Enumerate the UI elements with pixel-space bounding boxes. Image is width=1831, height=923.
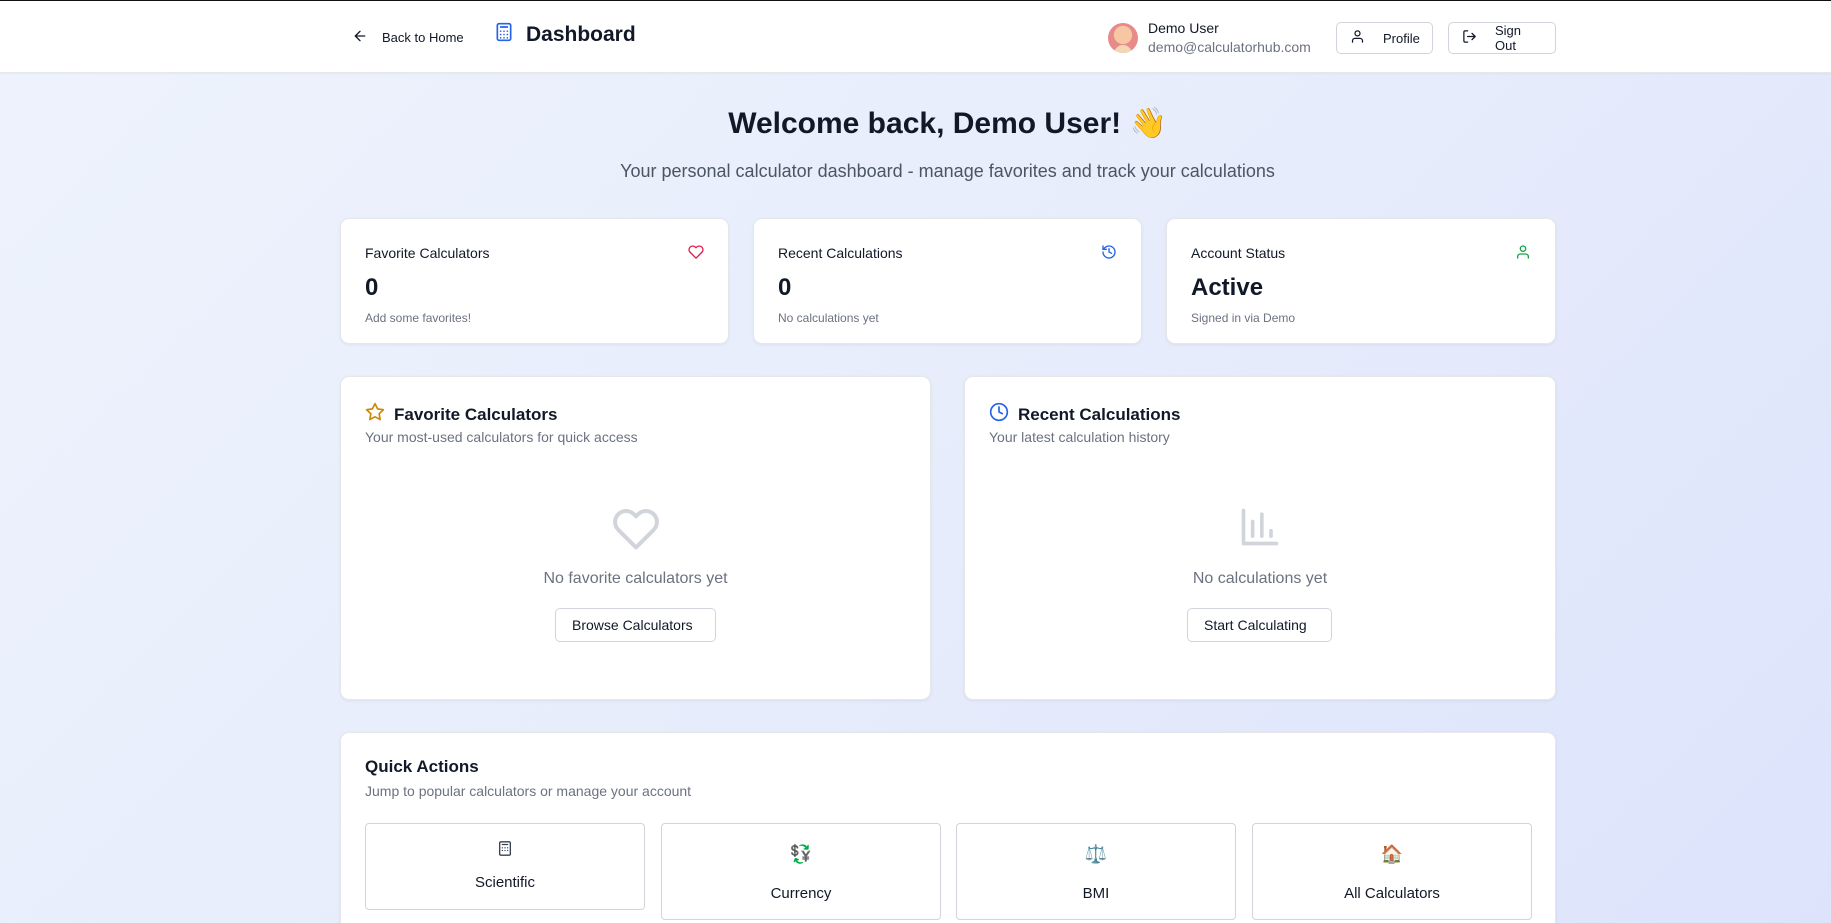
- quick-actions-section: Quick Actions Jump to popular calculator…: [340, 732, 1556, 923]
- stat-value: 0: [778, 274, 792, 301]
- page-title: Dashboard: [526, 22, 636, 46]
- user-name: Demo User: [1148, 20, 1219, 36]
- stat-label: Recent Calculations: [778, 245, 903, 261]
- recent-calculations-panel: Recent Calculations Your latest calculat…: [964, 376, 1556, 700]
- back-to-home-link[interactable]: Back to Home: [352, 23, 464, 51]
- section-subtitle: Jump to popular calculators or manage yo…: [365, 783, 692, 799]
- panel-subtitle: Your most-used calculators for quick acc…: [365, 429, 638, 445]
- calculator-icon: [366, 840, 644, 861]
- quick-action-currency[interactable]: 💱 Currency: [661, 823, 941, 920]
- sign-out-label: Sign Out: [1495, 23, 1522, 53]
- avatar[interactable]: [1108, 23, 1138, 53]
- browse-calculators-button[interactable]: Browse Calculators: [555, 608, 716, 642]
- panel-subtitle: Your latest calculation history: [989, 429, 1170, 445]
- profile-label: Profile: [1383, 30, 1420, 46]
- favorite-calculators-panel: Favorite Calculators Your most-used calc…: [340, 376, 931, 700]
- stat-value: Active: [1191, 274, 1264, 301]
- calculator-icon: [494, 21, 514, 48]
- heart-icon: [688, 244, 704, 265]
- logout-icon: [1462, 29, 1477, 47]
- arrow-left-icon: [352, 28, 368, 47]
- brand: Dashboard: [494, 21, 636, 48]
- stat-note: No calculations yet: [778, 311, 879, 325]
- tile-label: All Calculators: [1344, 885, 1440, 902]
- quick-action-bmi[interactable]: ⚖️ BMI: [956, 823, 1236, 920]
- star-icon: [365, 402, 385, 427]
- bar-chart-icon: [1238, 505, 1282, 554]
- stat-value: 0: [365, 274, 379, 301]
- empty-state-text: No calculations yet: [1192, 570, 1328, 587]
- history-icon: [1101, 244, 1117, 265]
- stat-card-account: Account Status Active Signed in via Demo: [1166, 218, 1556, 344]
- user-email: demo@calculatorhub.com: [1148, 39, 1311, 55]
- stat-card-favorites: Favorite Calculators 0 Add some favorite…: [340, 218, 729, 344]
- stat-note: Add some favorites!: [365, 311, 472, 325]
- panel-title: Favorite Calculators: [394, 404, 558, 424]
- house-icon: 🏠: [1380, 844, 1404, 864]
- scale-icon: ⚖️: [1084, 844, 1108, 864]
- empty-state-text: No favorite calculators yet: [543, 570, 728, 587]
- tile-label: Scientific: [474, 874, 536, 891]
- stat-note: Signed in via Demo: [1191, 311, 1296, 325]
- tile-label: BMI: [1082, 885, 1110, 902]
- section-title: Quick Actions: [365, 757, 479, 776]
- heart-icon: [612, 505, 660, 558]
- quick-action-scientific[interactable]: Scientific: [365, 823, 645, 910]
- user-icon: [1350, 29, 1365, 47]
- currency-icon: 💱: [789, 844, 813, 864]
- back-to-home-label: Back to Home: [382, 29, 464, 45]
- start-calculating-button[interactable]: Start Calculating: [1187, 608, 1332, 642]
- stat-card-recent: Recent Calculations 0 No calculations ye…: [753, 218, 1142, 344]
- sign-out-button[interactable]: Sign Out: [1448, 22, 1556, 54]
- welcome-heading: Welcome back, Demo User! 👋: [728, 107, 1167, 140]
- clock-icon: [989, 402, 1009, 427]
- panel-title: Recent Calculations: [1018, 404, 1181, 424]
- user-icon: [1515, 244, 1531, 265]
- profile-button[interactable]: Profile: [1336, 22, 1433, 54]
- user-info: Demo User demo@calculatorhub.com: [1108, 19, 1311, 57]
- quick-action-all-calculators[interactable]: 🏠 All Calculators: [1252, 823, 1532, 920]
- stat-label: Account Status: [1191, 245, 1286, 261]
- welcome-subtitle: Your personal calculator dashboard - man…: [620, 161, 1275, 181]
- top-header: Back to Home Dashboard Demo User demo@ca…: [0, 1, 1831, 73]
- tile-label: Currency: [770, 885, 832, 902]
- stat-label: Favorite Calculators: [365, 245, 490, 261]
